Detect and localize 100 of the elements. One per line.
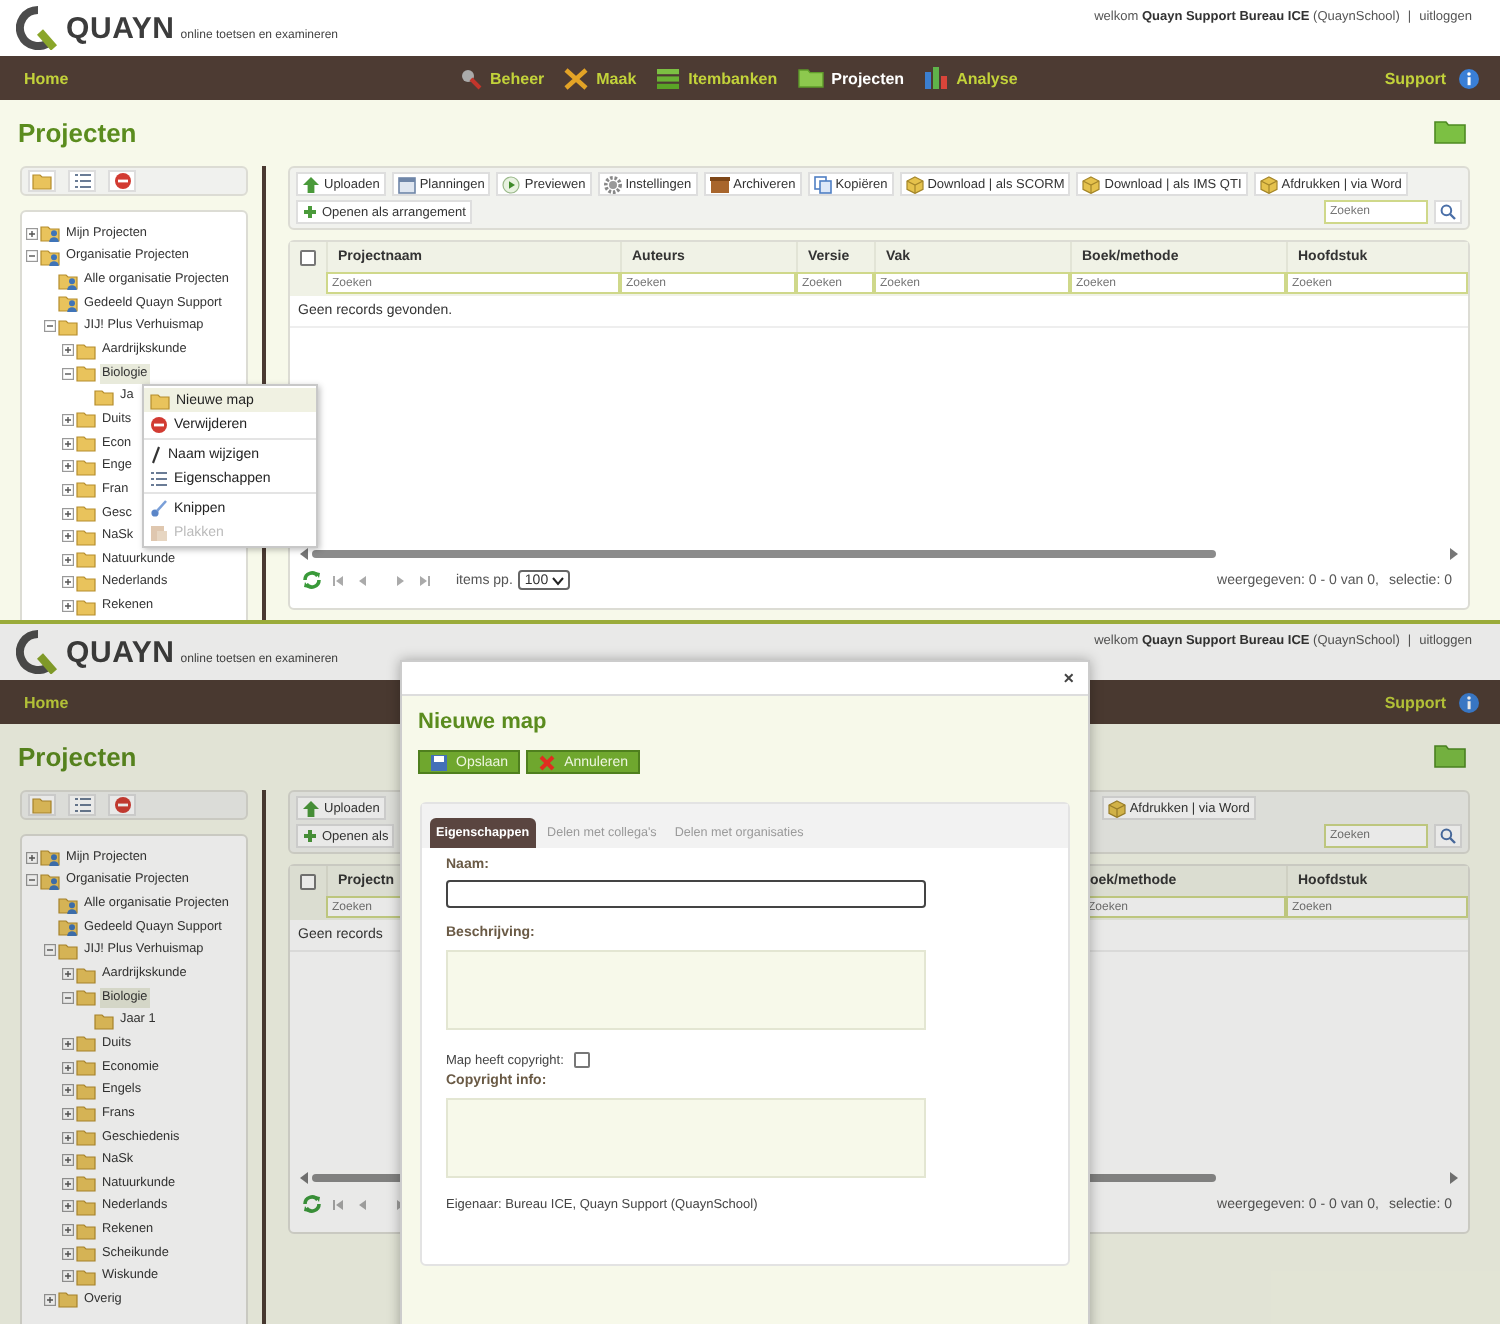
scissors-icon [150, 499, 168, 517]
folder-icon [797, 68, 824, 88]
minus-icon[interactable] [62, 991, 74, 1004]
plus-icon[interactable] [62, 1177, 74, 1190]
plus-icon[interactable] [62, 460, 74, 473]
package-icon [1082, 175, 1101, 193]
upload-icon [302, 175, 320, 193]
plus-icon[interactable] [62, 1061, 74, 1074]
plus-icon[interactable] [44, 1293, 56, 1306]
folder-icon [1434, 744, 1466, 768]
minus-icon[interactable] [44, 320, 56, 333]
description-field[interactable] [446, 950, 926, 1030]
page-title: Projecten [18, 117, 137, 147]
stack-icon [656, 67, 681, 89]
gear-icon [603, 175, 622, 193]
nav-item[interactable]: Maak [564, 66, 637, 90]
plus-icon[interactable] [62, 1270, 74, 1283]
dialog-title: Nieuwe map [418, 708, 549, 738]
folder-user-icon [40, 848, 60, 867]
crossed-tools-icon [564, 67, 589, 89]
folder-icon [32, 796, 52, 814]
copy-icon [813, 175, 832, 193]
home-link[interactable]: Home [24, 69, 104, 87]
copyright-info-field[interactable] [446, 1098, 926, 1178]
delete-icon [150, 415, 168, 433]
cross-icon [538, 753, 557, 771]
search-icon [1440, 828, 1456, 844]
plus-icon[interactable] [26, 851, 38, 864]
list-button[interactable] [68, 170, 96, 192]
plus-icon [302, 828, 318, 844]
plus-icon[interactable] [62, 1247, 74, 1260]
folder-user-icon [58, 918, 78, 937]
plus-icon[interactable] [62, 1200, 74, 1213]
plus-icon[interactable] [62, 576, 74, 589]
folder-icon [32, 172, 52, 190]
list-icon [73, 796, 91, 814]
select-all-checkbox[interactable] [300, 873, 316, 889]
plus-icon[interactable] [62, 1154, 74, 1167]
nav-item[interactable]: Projecten [797, 66, 905, 90]
logo-icon [16, 630, 60, 674]
nav-item[interactable]: Beheer [460, 66, 545, 90]
plus-icon[interactable] [62, 553, 74, 566]
delete-button[interactable] [108, 170, 136, 192]
plus-icon[interactable] [62, 530, 74, 543]
page-title: Projecten [18, 741, 137, 771]
minus-icon[interactable] [44, 944, 56, 957]
clipboard-icon [150, 523, 168, 541]
play-icon [502, 175, 521, 193]
search-button[interactable] [1434, 200, 1462, 224]
folder-user-icon [58, 271, 78, 290]
package-icon [1259, 175, 1278, 193]
list-icon [73, 172, 91, 190]
folder-user-icon [58, 895, 78, 914]
refresh-icon [302, 1194, 322, 1214]
plus-icon[interactable] [62, 507, 74, 519]
info-icon [1458, 691, 1480, 713]
delete-icon [113, 172, 131, 190]
upload-icon [302, 799, 320, 817]
package-icon [1107, 799, 1126, 817]
name-field[interactable] [446, 880, 926, 908]
minus-icon[interactable] [62, 367, 74, 380]
info-icon [1458, 67, 1480, 89]
plus-icon[interactable] [62, 344, 74, 357]
minus-icon[interactable] [26, 250, 38, 263]
select-all-checkbox[interactable] [300, 249, 316, 265]
horizontal-scrollbar[interactable] [300, 548, 1458, 560]
refresh-icon [302, 570, 322, 590]
folder-user-icon [58, 294, 78, 313]
plus-icon[interactable] [26, 227, 38, 240]
plus-icon[interactable] [62, 483, 74, 496]
list-button[interactable] [68, 794, 96, 816]
folder-user-icon [40, 247, 60, 266]
close-button[interactable]: × [1059, 668, 1078, 688]
logo-text: QUAYN [66, 635, 175, 669]
minus-icon[interactable] [26, 874, 38, 887]
folder-user-icon [40, 871, 60, 890]
plus-icon[interactable] [62, 968, 74, 981]
support-link[interactable]: Support [1384, 693, 1446, 711]
delete-button[interactable] [108, 794, 136, 816]
plus-icon[interactable] [62, 1224, 74, 1237]
caret-icon [552, 575, 565, 585]
logo-text: QUAYN [66, 11, 175, 45]
delete-icon [113, 796, 131, 814]
search-button[interactable] [1434, 824, 1462, 848]
plus-icon[interactable] [62, 437, 74, 450]
folder-icon [1434, 120, 1466, 144]
plus-icon [302, 204, 318, 220]
nav-item[interactable]: Analyse [924, 66, 1018, 90]
plus-icon[interactable] [62, 1037, 74, 1050]
plus-icon[interactable] [62, 600, 74, 613]
support-link[interactable]: Support [1384, 69, 1446, 87]
plus-icon[interactable] [62, 1131, 74, 1143]
plus-icon[interactable] [62, 413, 74, 426]
plus-icon[interactable] [62, 1084, 74, 1097]
plus-icon[interactable] [62, 1107, 74, 1120]
folder-user-icon [40, 224, 60, 243]
nav-item[interactable]: Itembanken [656, 66, 778, 90]
home-link[interactable]: Home [24, 693, 104, 711]
calendar-icon [397, 175, 416, 193]
copyright-checkbox[interactable] [573, 1052, 590, 1068]
